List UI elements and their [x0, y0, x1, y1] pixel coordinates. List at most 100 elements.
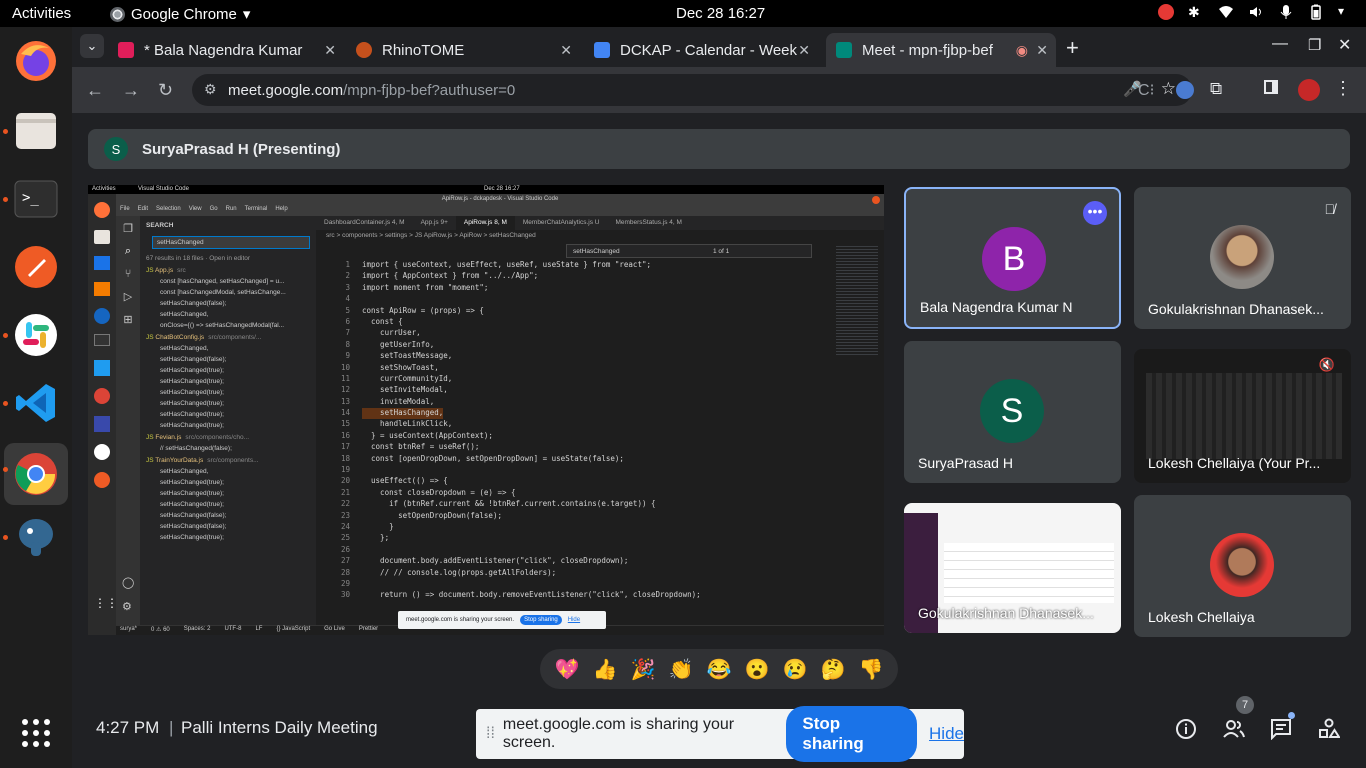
- extensions-icon: ⊞: [123, 314, 133, 326]
- chrome-icon[interactable]: [4, 443, 68, 505]
- participant-tile[interactable]: 🎙̸ Gokulakrishnan Dhanasek...: [1134, 187, 1351, 329]
- editor-tab: MemberChatAnalytics.js U: [522, 219, 600, 226]
- reaction-button[interactable]: 👎: [859, 657, 884, 682]
- extensions-puzzle-icon[interactable]: ⧉: [1210, 79, 1222, 99]
- tab-slack[interactable]: * Bala Nagendra Kumar ✕: [108, 33, 344, 67]
- code-line: 10 setShowToast,: [324, 363, 814, 374]
- more-options-button[interactable]: •••: [1083, 201, 1107, 225]
- slack-icon[interactable]: [10, 309, 62, 361]
- people-icon[interactable]: [1222, 718, 1245, 740]
- participant-tile[interactable]: S SuryaPrasad H: [904, 341, 1121, 483]
- result-line: setHasChanged(true);: [160, 389, 224, 396]
- find-count: 1 of 1: [713, 248, 730, 255]
- clock[interactable]: Dec 28 16:27: [676, 5, 765, 22]
- code-line: 26: [324, 545, 814, 556]
- show-apps-icon[interactable]: [10, 707, 62, 759]
- code-text: import moment from "moment";: [362, 282, 489, 292]
- volume-icon[interactable]: [1248, 4, 1264, 20]
- maximize-button[interactable]: ❐: [1308, 36, 1321, 54]
- drag-handle-icon[interactable]: ⁞⁞: [486, 725, 495, 743]
- minimize-button[interactable]: —: [1272, 35, 1288, 53]
- status-item: LF: [255, 626, 263, 632]
- participant-name: Bala Nagendra Kumar N: [920, 299, 1073, 315]
- wifi-icon[interactable]: [1218, 4, 1234, 20]
- extension-icon[interactable]: [1176, 81, 1194, 99]
- code-line: 14 setHasChanged,: [324, 408, 814, 420]
- participant-tile[interactable]: 🔇 Lokesh Chellaiya (Your Pr...: [1134, 349, 1351, 483]
- line-number: 28: [340, 567, 350, 577]
- info-icon[interactable]: [1175, 718, 1197, 740]
- line-number: 29: [340, 578, 350, 588]
- chat-icon[interactable]: [1270, 712, 1295, 741]
- line-number: 11: [340, 373, 350, 383]
- hide-link[interactable]: Hide: [929, 724, 964, 744]
- activities-shapes-icon[interactable]: [1318, 718, 1341, 740]
- battery-icon[interactable]: [1308, 4, 1324, 20]
- meeting-time: 4:27 PM: [96, 718, 160, 737]
- code-line: 11 currCommunityId,: [324, 374, 814, 385]
- profile-avatar[interactable]: [1298, 79, 1320, 101]
- close-window-button[interactable]: ✕: [1338, 35, 1351, 55]
- stop-sharing-button[interactable]: Stop sharing: [786, 706, 918, 762]
- reaction-button[interactable]: 😢: [783, 657, 808, 682]
- pgadmin-icon[interactable]: [10, 511, 62, 563]
- vscode-title: ApiRow.js - dckapdesk - Visual Studio Co…: [441, 196, 559, 202]
- reaction-button[interactable]: 😂: [707, 657, 732, 682]
- slack-tray-icon[interactable]: ✱: [1188, 4, 1204, 20]
- activities-button[interactable]: Activities: [12, 5, 71, 22]
- reload-button[interactable]: ↻: [158, 80, 173, 101]
- side-panel-icon[interactable]: [1264, 80, 1278, 94]
- meeting-name: Palli Interns Daily Meeting: [181, 718, 378, 737]
- line-number: 2: [345, 271, 350, 281]
- terminal-icon[interactable]: >_: [10, 173, 62, 225]
- separator: |: [169, 718, 174, 737]
- reaction-button[interactable]: 💖: [555, 657, 580, 682]
- nested-hide-link: Hide: [567, 617, 581, 623]
- tab-search-button[interactable]: ⌄: [80, 34, 104, 58]
- site-info-icon[interactable]: ⚙: [204, 81, 217, 98]
- participant-tile[interactable]: Gokulakrishnan Dhanasek...: [904, 503, 1121, 633]
- microphone-icon[interactable]: [1278, 4, 1294, 20]
- close-tab-icon[interactable]: ✕: [324, 42, 336, 59]
- menu-item: Help: [275, 206, 288, 212]
- reaction-button[interactable]: 👏: [669, 657, 694, 682]
- tab-meet[interactable]: Meet - mpn-fjbp-bef ◉ ✕: [826, 33, 1056, 67]
- code-text: setToastMessage,: [362, 351, 453, 361]
- close-tab-icon[interactable]: ✕: [1036, 42, 1048, 59]
- extension-icon[interactable]: C⁝: [1138, 80, 1155, 100]
- new-tab-button[interactable]: +: [1066, 35, 1079, 61]
- close-tab-icon[interactable]: ✕: [560, 42, 572, 59]
- tab-calendar[interactable]: DCKAP - Calendar - Week ✕: [584, 33, 818, 67]
- code-line: 12 setInviteModal,: [324, 385, 814, 396]
- bookmark-star-icon[interactable]: ☆: [1161, 79, 1176, 99]
- participant-tile[interactable]: B ••• Bala Nagendra Kumar N: [904, 187, 1121, 329]
- record-icon[interactable]: [1158, 4, 1174, 20]
- files-icon: [94, 230, 110, 244]
- files-icon[interactable]: [10, 105, 62, 157]
- file-path: src/components...: [207, 457, 259, 464]
- reaction-button[interactable]: 😮: [745, 657, 770, 682]
- chrome-menu-icon[interactable]: ⋮: [1334, 78, 1352, 99]
- vscode-icon[interactable]: [10, 377, 62, 429]
- participant-tile[interactable]: Lokesh Chellaiya: [1134, 495, 1351, 637]
- tab-rhinotome[interactable]: RhinoTOME ✕: [346, 33, 580, 67]
- file-name: App.js: [155, 267, 174, 274]
- close-tab-icon[interactable]: ✕: [798, 42, 810, 59]
- code-text: setHasChanged,: [362, 408, 444, 420]
- code-line: 20 useEffect(() => {: [324, 476, 814, 487]
- omnibox[interactable]: ⚙ meet.google.com/mpn-fjbp-bef?authuser=…: [192, 74, 1192, 106]
- reaction-button[interactable]: 👍: [593, 657, 618, 682]
- js-file-icon: JS: [146, 267, 156, 274]
- chevron-down-icon[interactable]: ▾: [1338, 4, 1354, 20]
- running-indicator: [3, 401, 8, 406]
- dock: >_: [0, 27, 72, 768]
- app-menu[interactable]: Google Chrome ▾: [110, 5, 250, 23]
- code-text: return () => document.body.removeEventLi…: [362, 590, 701, 600]
- reaction-button[interactable]: 🎉: [631, 657, 656, 682]
- reaction-button[interactable]: 🤔: [821, 657, 846, 682]
- firefox-icon[interactable]: [10, 35, 62, 87]
- forward-button[interactable]: →: [122, 80, 140, 101]
- line-number: 26: [340, 544, 350, 554]
- back-button[interactable]: ←: [86, 80, 104, 101]
- postman-icon[interactable]: [10, 241, 62, 293]
